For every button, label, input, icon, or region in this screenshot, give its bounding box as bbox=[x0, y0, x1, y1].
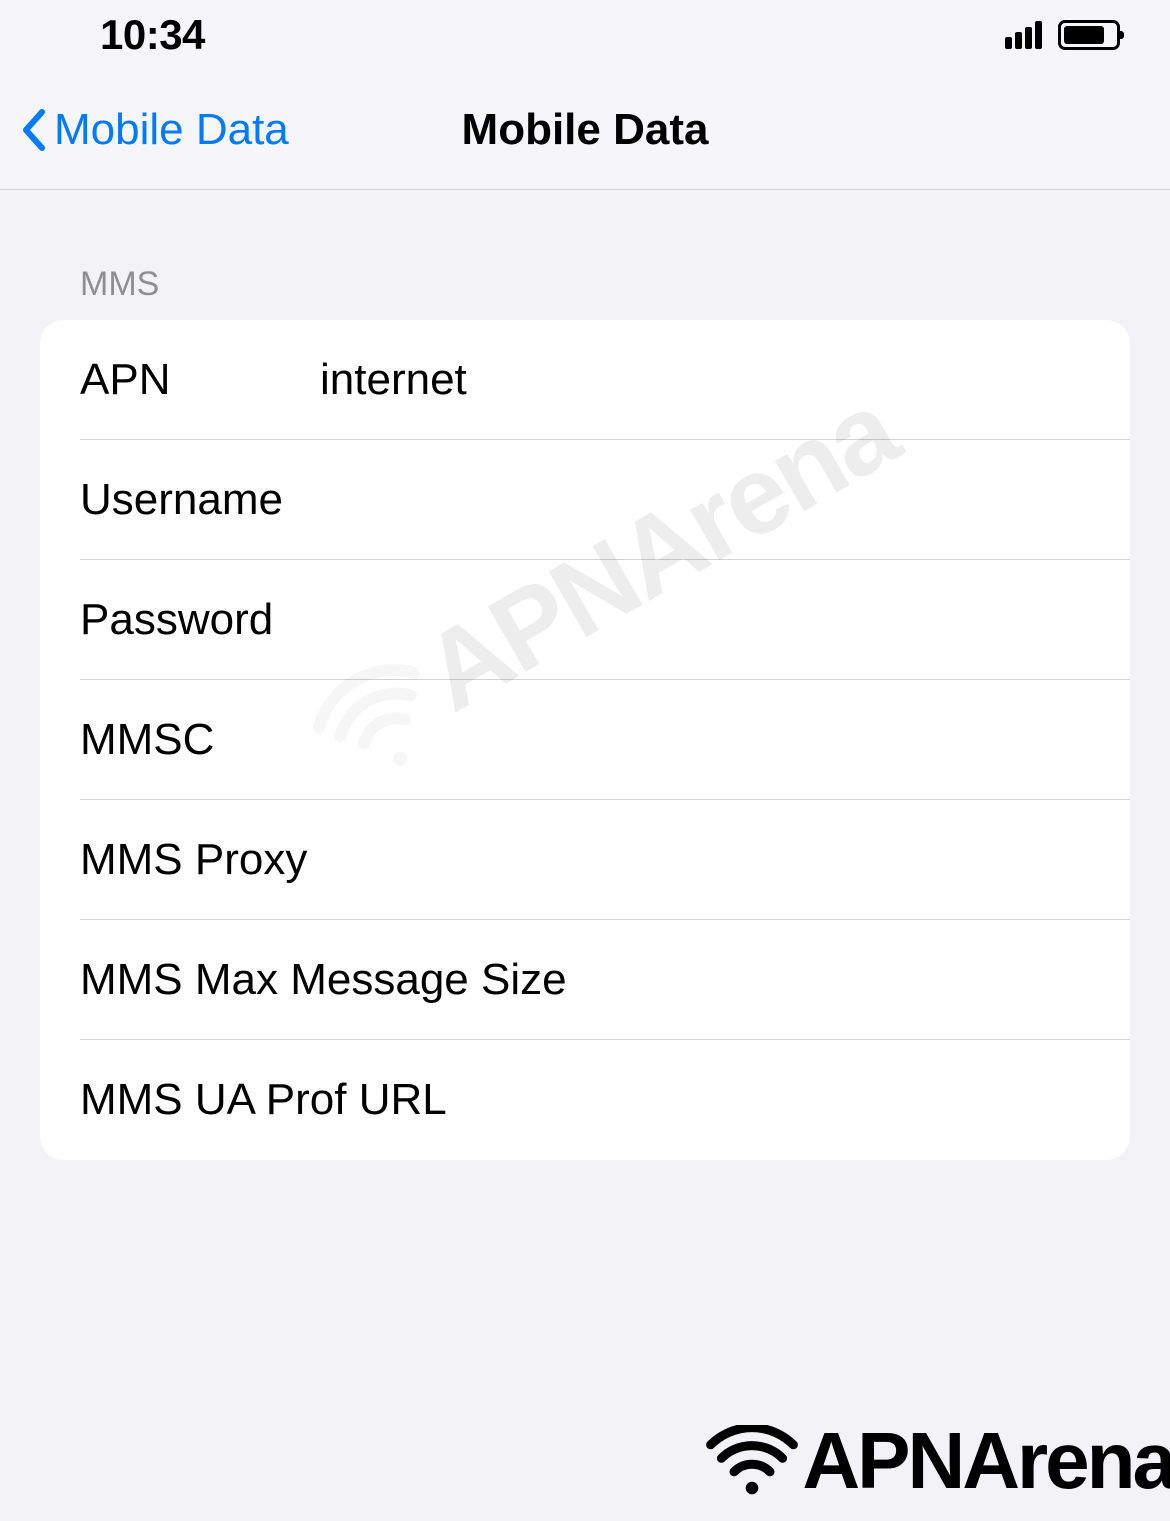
section-header-mms: MMS bbox=[40, 265, 1130, 320]
row-label-password: Password bbox=[80, 595, 320, 645]
username-input[interactable] bbox=[320, 475, 1090, 525]
row-label-mms-max-size: MMS Max Message Size bbox=[80, 955, 1090, 1005]
back-label: Mobile Data bbox=[54, 105, 289, 155]
status-indicators bbox=[1005, 20, 1120, 50]
row-mmsc[interactable]: MMSC bbox=[40, 680, 1130, 800]
row-apn[interactable]: APN bbox=[40, 320, 1130, 440]
row-label-mms-ua-prof: MMS UA Prof URL bbox=[80, 1075, 1090, 1125]
row-label-mms-proxy: MMS Proxy bbox=[80, 835, 515, 885]
password-input[interactable] bbox=[320, 595, 1090, 645]
chevron-left-icon bbox=[20, 108, 46, 152]
navigation-bar: Mobile Data Mobile Data bbox=[0, 70, 1170, 190]
footer-brand: APNArena bbox=[706, 1415, 1170, 1507]
row-mms-ua-prof-url[interactable]: MMS UA Prof URL bbox=[40, 1040, 1130, 1160]
row-label-apn: APN bbox=[80, 355, 320, 405]
battery-icon bbox=[1058, 20, 1120, 50]
mms-proxy-input[interactable] bbox=[515, 835, 1090, 885]
footer-brand-text: APNArena bbox=[802, 1415, 1170, 1507]
status-bar: 10:34 bbox=[0, 0, 1170, 70]
cellular-signal-icon bbox=[1005, 21, 1042, 49]
apn-input[interactable] bbox=[320, 355, 1090, 405]
page-title: Mobile Data bbox=[462, 105, 709, 155]
content-area: MMS APN Username Password MMSC MMS Proxy… bbox=[0, 190, 1170, 1160]
row-mms-max-message-size[interactable]: MMS Max Message Size bbox=[40, 920, 1130, 1040]
status-time: 10:34 bbox=[100, 11, 205, 59]
row-password[interactable]: Password bbox=[40, 560, 1130, 680]
row-label-mmsc: MMSC bbox=[80, 715, 320, 765]
row-label-username: Username bbox=[80, 475, 320, 525]
wifi-icon bbox=[706, 1425, 798, 1497]
row-username[interactable]: Username bbox=[40, 440, 1130, 560]
mmsc-input[interactable] bbox=[320, 715, 1090, 765]
back-button[interactable]: Mobile Data bbox=[0, 105, 289, 155]
row-mms-proxy[interactable]: MMS Proxy bbox=[40, 800, 1130, 920]
settings-group-mms: APN Username Password MMSC MMS Proxy MMS… bbox=[40, 320, 1130, 1160]
